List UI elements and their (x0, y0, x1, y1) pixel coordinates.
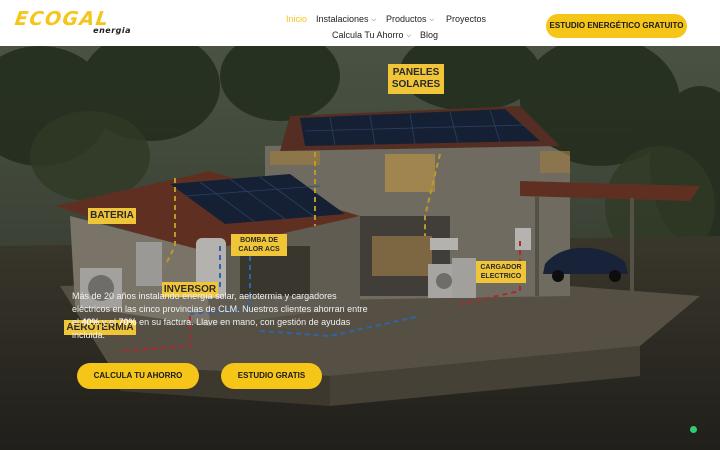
nav-item-productos[interactable]: Productos ⌵ (386, 13, 434, 26)
ecogal-logo[interactable]: ECOGAL energia (13, 8, 137, 37)
label-paneles-solares: PANELES SOLARES (388, 64, 444, 94)
label-line: PANELES (392, 67, 440, 78)
label-line: BOMBA DE (240, 237, 278, 244)
hero-text-highlight: 70% (118, 317, 137, 327)
nav-item-instalaciones[interactable]: Instalaciones ⌵ (316, 13, 376, 26)
nav-item-label: Inicio (286, 14, 308, 24)
label-bateria: BATERIA (88, 208, 136, 224)
nav-item-calcula-tu-ahorro[interactable]: Calcula Tu Ahorro ⌵ (332, 29, 411, 42)
nav-item-blog[interactable]: Blog (420, 29, 438, 41)
chevron-down-icon: ⌵ (371, 17, 377, 23)
hero-text-highlight: 40% (81, 317, 100, 327)
calcula-tu-ahorro-button[interactable]: CALCULA TU AHORRO (77, 363, 199, 389)
nav-item-label: Proyectos (446, 14, 487, 24)
label-line: SOLARES (391, 79, 441, 90)
nav-item-label: Blog (420, 30, 439, 40)
label-bomba-calor: BOMBA DE CALOR ACS (231, 234, 287, 256)
estudio-gratis-button[interactable]: ESTUDIO GRATIS (221, 363, 322, 389)
chevron-down-icon: ⌵ (406, 33, 412, 39)
site-header: ECOGAL energia Inicio Instalaciones ⌵ Pro… (0, 0, 720, 46)
label-line: CARGADOR (480, 264, 522, 271)
logo-subtitle: energia (93, 26, 131, 35)
nav-item-label: Instalaciones (316, 14, 369, 24)
hero-description: Más de 20 años instalando energía solar,… (72, 290, 372, 342)
label-line: ELECTRICO (480, 273, 522, 280)
nav-item-proyectos[interactable]: Proyectos (446, 13, 486, 25)
estudio-energetico-button[interactable]: ESTUDIO ENERGÉTICO GRATUITO (546, 14, 687, 38)
hero-section: PANELES SOLARES BATERIA BOMBA DE CALOR A… (0, 46, 720, 450)
nav-item-label: Calcula Tu Ahorro (332, 30, 404, 40)
main-nav: Inicio Instalaciones ⌵ Productos ⌵ Proyect… (280, 8, 490, 42)
hero-text-segment: y el (99, 317, 119, 327)
chevron-down-icon: ⌵ (429, 17, 435, 23)
nav-item-label: Productos (386, 14, 427, 24)
nav-item-inicio[interactable]: Inicio (286, 13, 307, 25)
hero-house-illustration (0, 46, 720, 450)
label-line: CALOR ACS (238, 246, 280, 253)
online-status-indicator[interactable] (690, 426, 697, 433)
label-cargador-electrico: CARGADOR ELECTRICO (476, 261, 526, 283)
